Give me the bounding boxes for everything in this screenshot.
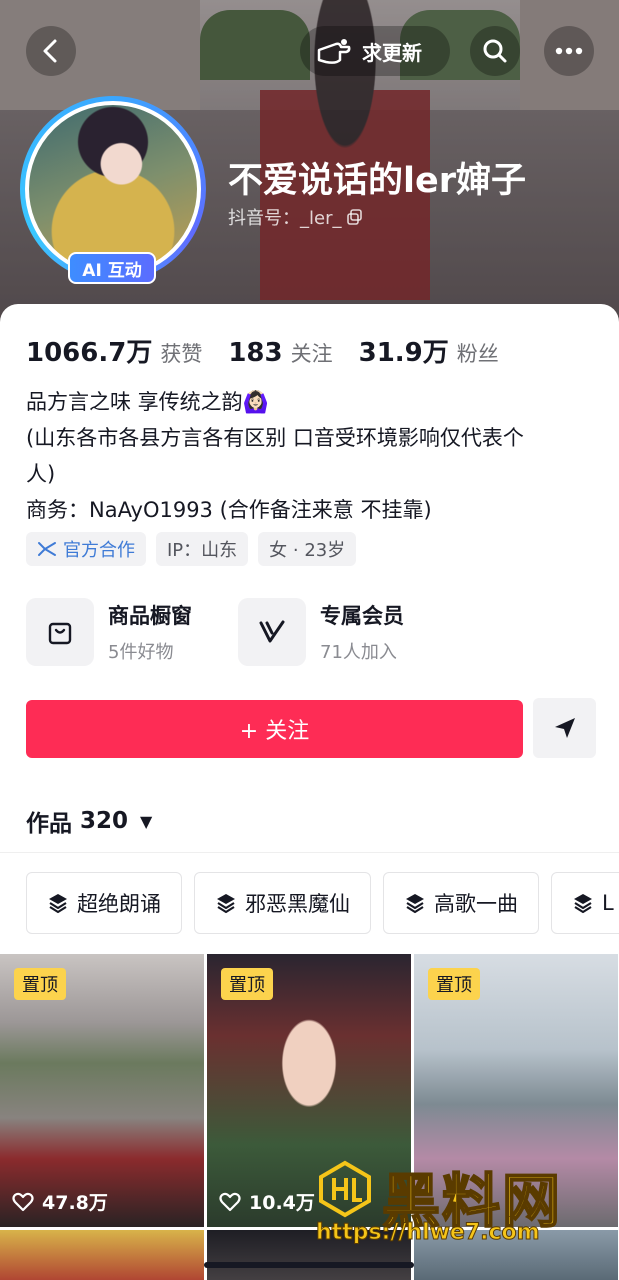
- request-update-button[interactable]: 求更新: [300, 26, 450, 76]
- profile-card: 1066.7万 获赞 183 关注 31.9万 粉丝 品方言之味 享传统之韵🙆🏻…: [0, 304, 619, 1280]
- collection-chip[interactable]: 邪恶黑魔仙: [194, 872, 371, 934]
- service-title: 商品橱窗: [108, 604, 192, 628]
- profile-tags: 官方合作 IP：山东 女 · 23岁: [26, 532, 357, 566]
- layers-icon: [406, 894, 424, 914]
- exclusive-membership-entry[interactable]: 专属会员 71人加入: [238, 598, 404, 666]
- video-thumbnail[interactable]: 置顶 47.8万: [0, 954, 204, 1227]
- official-cooperation-tag[interactable]: 官方合作: [26, 532, 146, 566]
- video-thumbnail[interactable]: [0, 1230, 204, 1280]
- chevron-left-icon: [43, 39, 57, 63]
- handshake-icon: [38, 542, 56, 556]
- stat-label: 获赞: [160, 342, 203, 366]
- collection-chip[interactable]: L: [551, 872, 619, 934]
- shop-bag-icon: [26, 598, 94, 666]
- stat-number: 183: [228, 338, 283, 368]
- tag-label: 女 · 23岁: [269, 540, 346, 561]
- layers-icon: [217, 894, 235, 914]
- message-button[interactable]: [533, 698, 596, 758]
- bio-line: (山东各市各县方言各有区别 口音受环境影响仅代表个: [26, 426, 524, 450]
- bio-line: 商务：NaAyO1993 (合作备注来意 不挂靠): [26, 498, 432, 522]
- follow-row: + 关注: [26, 698, 596, 760]
- like-count: 47.8万: [12, 1188, 108, 1215]
- like-count-value: 10.4万: [249, 1192, 315, 1214]
- douyin-id[interactable]: 抖音号：_ler_: [228, 204, 363, 230]
- gender-age-tag: 女 · 23岁: [258, 532, 357, 566]
- collection-label: 高歌一曲: [434, 892, 518, 916]
- like-count: 10.4万: [219, 1188, 315, 1215]
- stat-number: 1066.7万: [26, 338, 153, 368]
- more-dots-icon: [555, 47, 583, 55]
- top-bar: 求更新: [0, 24, 619, 80]
- search-icon: [483, 39, 507, 63]
- service-title: 专属会员: [320, 604, 404, 628]
- works-label: 作品: [26, 811, 72, 837]
- stat-label: 粉丝: [456, 342, 499, 366]
- douyin-id-text: 抖音号：_ler_: [228, 208, 342, 229]
- shop-window-entry[interactable]: 商品橱窗 5件好物: [26, 598, 192, 666]
- collections-row: 超绝朗诵 邪恶黑魔仙 高歌一曲 L: [26, 872, 619, 934]
- works-tab[interactable]: 作品 320 ▼: [26, 804, 152, 838]
- pinned-badge: 置顶: [428, 968, 480, 1000]
- bio-line: 人): [26, 462, 56, 486]
- collection-chip[interactable]: 超绝朗诵: [26, 872, 182, 934]
- stat-label: 关注: [290, 342, 333, 366]
- layers-icon: [574, 894, 592, 914]
- vip-v-icon: [238, 598, 306, 666]
- ip-location-tag: IP：山东: [156, 532, 249, 566]
- pinned-badge: 置顶: [221, 968, 273, 1000]
- stat-following[interactable]: 183 关注: [228, 338, 332, 368]
- divider: [0, 852, 619, 853]
- collection-chip[interactable]: 高歌一曲: [383, 872, 539, 934]
- caret-down-icon: ▼: [140, 811, 153, 831]
- watermark-logo-icon: [319, 1160, 371, 1218]
- bio-line: 品方言之味 享传统之韵🙆🏻‍♀️: [26, 390, 269, 414]
- stats-row: 1066.7万 获赞 183 关注 31.9万 粉丝: [26, 332, 499, 369]
- watermark-url: https://hlwe7.com: [316, 1220, 541, 1246]
- collection-label: 超绝朗诵: [77, 892, 161, 916]
- search-button[interactable]: [470, 26, 520, 76]
- follow-button[interactable]: + 关注: [26, 700, 523, 758]
- tag-label: 官方合作: [63, 540, 135, 561]
- back-button[interactable]: [26, 26, 76, 76]
- heart-icon: [12, 1192, 34, 1211]
- profile-nickname: 不爱说话的ler婶子: [228, 161, 526, 201]
- collection-label: L: [602, 891, 614, 915]
- pointing-hand-icon: [317, 39, 351, 64]
- service-subtitle: 5件好物: [108, 642, 174, 663]
- home-indicator[interactable]: [204, 1262, 414, 1268]
- profile-bio: 品方言之味 享传统之韵🙆🏻‍♀️ (山东各市各县方言各有区别 口音受环境影响仅代…: [26, 384, 596, 528]
- stat-followers[interactable]: 31.9万 粉丝: [359, 332, 499, 369]
- more-button[interactable]: [544, 26, 594, 76]
- heart-icon: [219, 1192, 241, 1211]
- services-row: 商品橱窗 5件好物 专属会员 71人加入: [26, 598, 404, 666]
- collection-label: 邪恶黑魔仙: [245, 892, 350, 916]
- stat-number: 31.9万: [358, 338, 449, 368]
- watermark: 黑料网 https://hlwe7.com: [316, 1150, 616, 1260]
- like-count-value: 47.8万: [42, 1192, 108, 1214]
- layers-icon: [49, 894, 67, 914]
- works-count: 320: [80, 808, 129, 834]
- service-subtitle: 71人加入: [320, 642, 397, 663]
- copy-icon[interactable]: [347, 209, 363, 225]
- pinned-badge: 置顶: [14, 968, 66, 1000]
- stat-likes[interactable]: 1066.7万 获赞: [26, 332, 202, 369]
- tag-label: IP：山东: [167, 540, 238, 561]
- request-update-label: 求更新: [362, 40, 422, 65]
- ai-interaction-badge[interactable]: AI 互动: [68, 252, 156, 284]
- send-arrow-icon: [554, 718, 575, 738]
